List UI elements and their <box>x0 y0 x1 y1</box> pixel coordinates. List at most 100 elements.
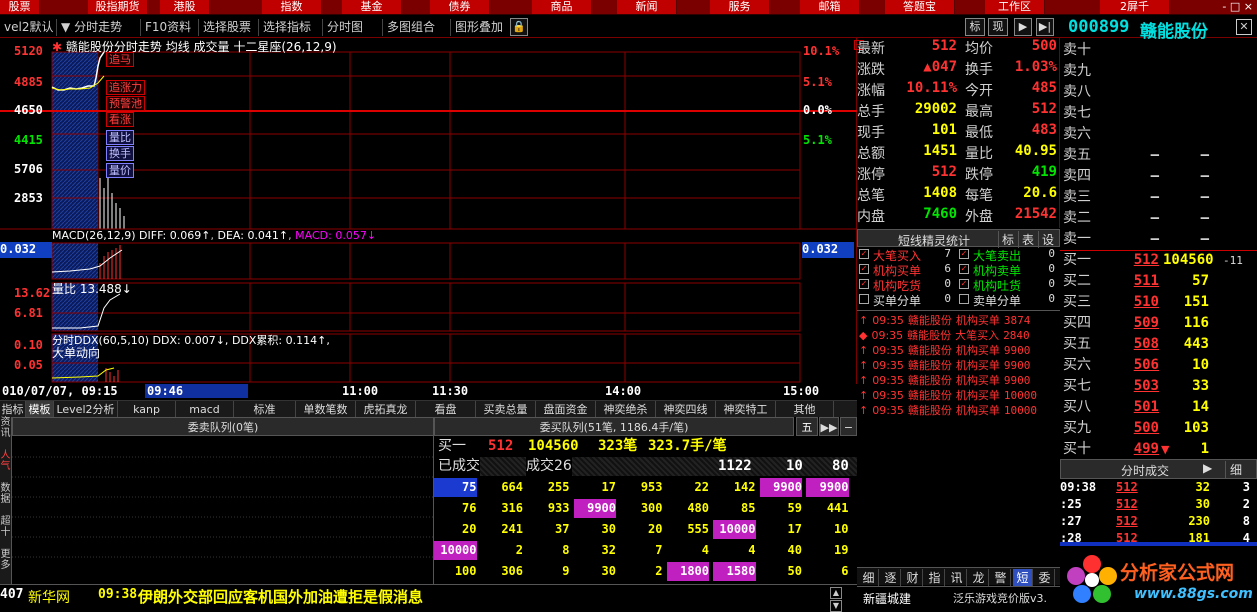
f10-button[interactable]: F10资料 <box>140 19 195 36</box>
minute-view-button[interactable]: 分时图 <box>322 19 367 36</box>
checkbox[interactable]: ✓ <box>859 264 869 274</box>
tab-capital[interactable]: 盘面资金 <box>536 401 596 418</box>
ask-row[interactable]: 卖六 <box>1063 124 1253 145</box>
minute-chart-dropdown[interactable]: ▼ 分时走势 <box>56 19 126 36</box>
bid-row[interactable]: 买七 503 33 <box>1063 376 1253 397</box>
menu-item-quiz[interactable]: 答题宝 <box>885 0 955 14</box>
side-tab-top10[interactable]: 超十 <box>0 516 11 549</box>
bid-row[interactable]: 买八 501 14 <box>1063 397 1253 418</box>
tab-standard[interactable]: 标准 <box>234 401 296 418</box>
select-indicator-button[interactable]: 选择指标 <box>258 19 315 36</box>
current-button[interactable]: 现 <box>988 18 1008 36</box>
event-row[interactable]: ↑ 09:35 赣能股份 机构买单 10000 <box>859 402 1037 418</box>
checkbox[interactable]: ✓ <box>959 264 969 274</box>
detail-tab[interactable]: 指 <box>925 569 945 586</box>
scroll-down-icon[interactable]: ▼ <box>830 600 842 612</box>
ask-row[interactable]: 卖二 — — <box>1063 208 1253 229</box>
ask-row[interactable]: 卖四 — — <box>1063 166 1253 187</box>
checkbox[interactable]: ✓ <box>859 249 869 259</box>
tab-macd[interactable]: macd <box>176 401 234 418</box>
close-icon[interactable]: ✕ <box>1236 19 1252 35</box>
shortline-mark-button[interactable]: 标 <box>998 231 1017 248</box>
side-tab-news[interactable]: 资讯 <box>0 417 11 450</box>
tab-tiger-dragon[interactable]: 虎拓真龙 <box>356 401 416 418</box>
ask-row[interactable]: 卖九 <box>1063 61 1253 82</box>
checkbox[interactable]: ✓ <box>959 279 969 289</box>
menu-item-workspace[interactable]: 工作区 <box>985 0 1045 14</box>
tab-template[interactable]: 模板 <box>26 401 54 418</box>
event-row[interactable]: ↑ 09:35 赣能股份 机构买单 3874 <box>859 312 1030 328</box>
menu-item-fund[interactable]: 基金 <box>342 0 402 14</box>
news-headline[interactable]: 伊朗外交部回应客机国外加油遭拒是假消息 <box>138 586 423 607</box>
event-row[interactable]: ↑ 09:35 赣能股份 机构买单 9900 <box>859 357 1030 373</box>
select-stock-button[interactable]: 选择股票 <box>198 19 255 36</box>
annotation-momentum[interactable]: 追涨力 <box>106 80 145 95</box>
menu-item-index-futures[interactable]: 股指期货 <box>88 0 148 14</box>
checkbox[interactable]: ✓ <box>859 279 869 289</box>
menu-item-stocks[interactable]: 股票 <box>0 0 40 14</box>
event-row[interactable]: ↑ 09:35 赣能股份 机构买单 9900 <box>859 342 1030 358</box>
side-tab-popular[interactable]: 人气 <box>0 450 11 483</box>
bid-row[interactable]: 买一 512 104560 -11 <box>1063 250 1253 271</box>
ticks-detail-button[interactable]: 细 <box>1225 461 1242 478</box>
multi-chart-button[interactable]: 多图组合 <box>382 19 439 36</box>
event-row[interactable]: ↑ 09:35 赣能股份 机构买单 10000 <box>859 387 1037 403</box>
ask-row[interactable]: 卖八 <box>1063 82 1253 103</box>
annotation-bullish[interactable]: 看涨 <box>106 112 134 127</box>
play-icon[interactable]: ▶ <box>1203 461 1212 475</box>
template-select[interactable]: vel2默认 <box>0 19 57 36</box>
menu-item-hk[interactable]: 港股 <box>160 0 210 14</box>
detail-tab[interactable]: 委 <box>1035 569 1055 586</box>
annotation-volume-ratio[interactable]: 量比 <box>106 130 134 145</box>
menu-item-index[interactable]: 指数 <box>262 0 322 14</box>
detail-tab[interactable]: 龙 <box>969 569 989 586</box>
bid-row[interactable]: 买十 499 1 ▼ <box>1063 439 1253 460</box>
overlay-button[interactable]: 图形叠加 <box>450 19 507 36</box>
event-row[interactable]: ↑ 09:35 赣能股份 机构买单 9900 <box>859 372 1030 388</box>
forward-icon[interactable]: ▶▶ <box>819 417 839 436</box>
ask-row[interactable]: 卖五 — — <box>1063 145 1253 166</box>
menu-item-screen[interactable]: 2屏千 <box>1100 0 1170 14</box>
tab-shenyi-1[interactable]: 神奕绝杀 <box>596 401 656 418</box>
annotation-volume-price[interactable]: 量价 <box>106 163 134 178</box>
ask-row[interactable]: 卖七 <box>1063 103 1253 124</box>
ask-row[interactable]: 卖三 — — <box>1063 187 1253 208</box>
bid-row[interactable]: 买九 500 103 <box>1063 418 1253 439</box>
ask-row[interactable]: 卖十 <box>1063 40 1253 61</box>
lock-icon[interactable]: 🔒 <box>510 18 528 36</box>
news-ticker[interactable]: 407 新华网 09:38 伊朗外交部回应客机国外加油遭拒是假消息 ▲ ▼ <box>0 584 857 612</box>
tab-shenyi-2[interactable]: 神奕四线 <box>656 401 716 418</box>
scroll-up-icon[interactable]: ▲ <box>830 587 842 599</box>
tab-volume-total[interactable]: 买卖总量 <box>476 401 536 418</box>
annotation-turnover[interactable]: 换手 <box>106 146 134 161</box>
bid-row[interactable]: 买二 511 57 <box>1063 271 1253 292</box>
detail-tab[interactable]: 财 <box>903 569 923 586</box>
shortline-settings-button[interactable]: 设 <box>1038 231 1057 248</box>
checkbox[interactable]: ✓ <box>959 249 969 259</box>
tab-shenyi-3[interactable]: 神奕特工 <box>716 401 776 418</box>
tab-order-count[interactable]: 单数笔数 <box>296 401 356 418</box>
tab-kanp[interactable]: kanp <box>118 401 176 418</box>
annotation-chase[interactable]: 追马 <box>106 52 134 67</box>
skip-icon[interactable]: ▶| <box>1036 18 1054 36</box>
tab-watch[interactable]: 看盘 <box>416 401 476 418</box>
mark-button[interactable]: 标 <box>965 18 985 36</box>
side-tab-more[interactable]: 更多 <box>0 549 11 582</box>
tick-scrollbar[interactable] <box>1060 542 1257 546</box>
checkbox[interactable] <box>959 294 969 304</box>
tab-indicator[interactable]: 指标 <box>0 401 26 418</box>
menu-item-bond[interactable]: 债券 <box>430 0 490 14</box>
event-row[interactable]: ◆ 09:35 赣能股份 大笔买入 2840 <box>859 327 1030 343</box>
detail-tab[interactable]: 短 <box>1013 569 1033 586</box>
bid-row[interactable]: 买六 506 10 <box>1063 355 1253 376</box>
checkbox[interactable] <box>859 294 869 304</box>
tab-other[interactable]: 其他 <box>776 401 834 418</box>
bid-row[interactable]: 买三 510 151 <box>1063 292 1253 313</box>
side-tab-data[interactable]: 数据 <box>0 483 11 516</box>
menu-item-news[interactable]: 新闻 <box>617 0 677 14</box>
intraday-chart[interactable]: ✱ 赣能股份分时走势 均线 成交量 十二星座(26,12,9) 5120 488… <box>0 38 864 384</box>
detail-tab[interactable]: 细 <box>859 569 879 586</box>
minus-icon[interactable]: − <box>840 417 857 436</box>
detail-tab[interactable]: 警 <box>991 569 1011 586</box>
shortline-table-button[interactable]: 表 <box>1018 231 1037 248</box>
